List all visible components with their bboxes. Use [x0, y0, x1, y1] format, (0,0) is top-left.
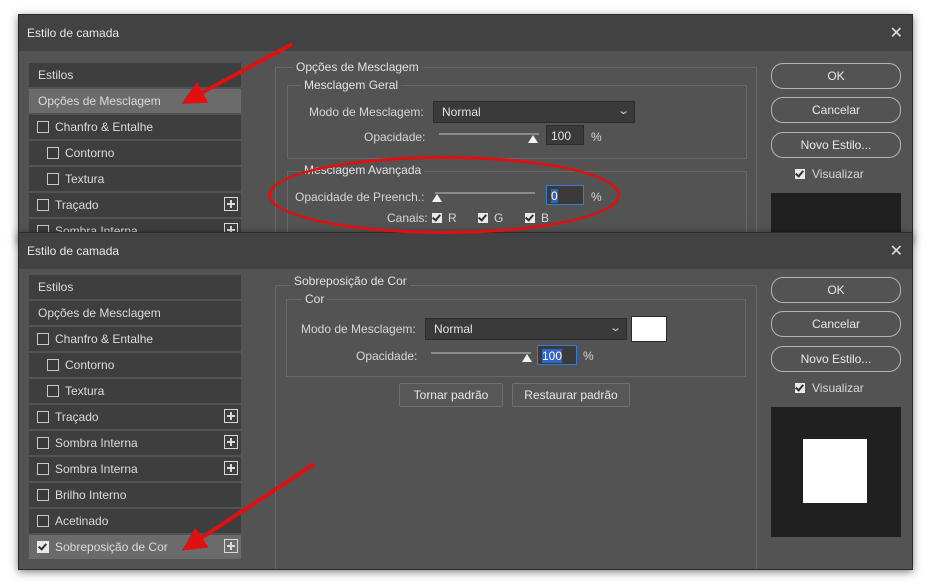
red-arrow-icon: [181, 462, 316, 551]
annotation-arrows: [181, 42, 316, 551]
red-arrow-icon: [181, 42, 293, 104]
